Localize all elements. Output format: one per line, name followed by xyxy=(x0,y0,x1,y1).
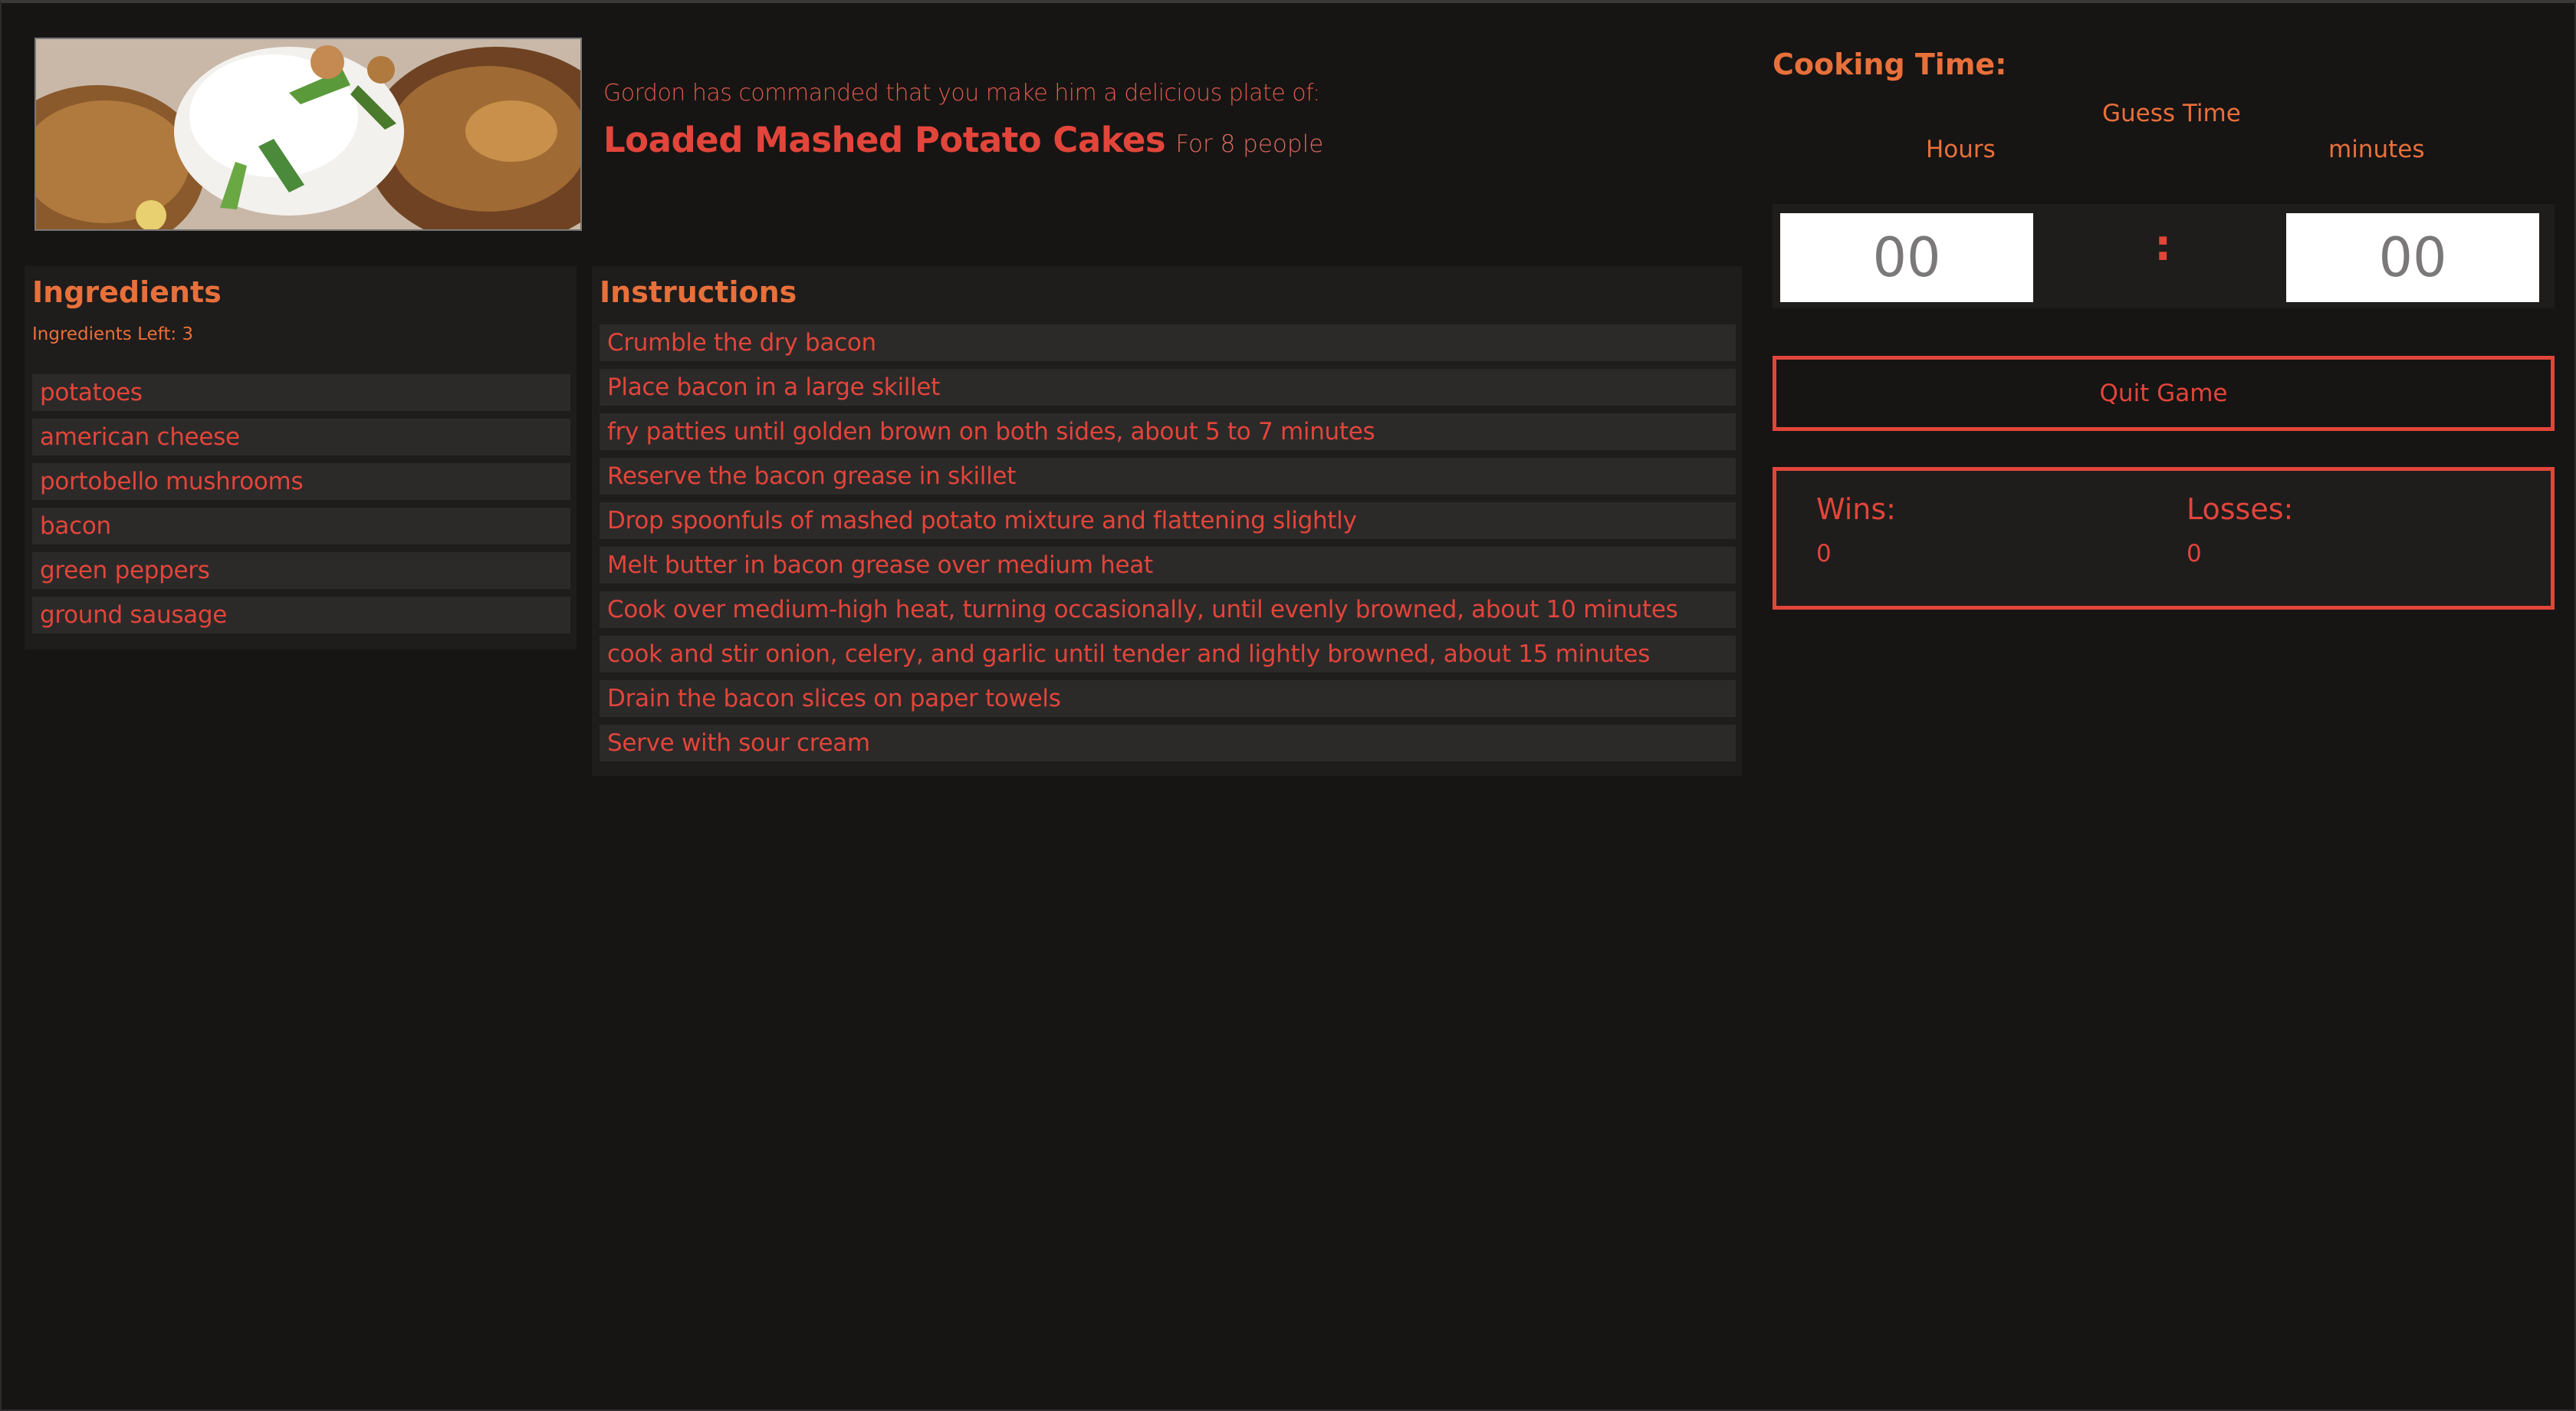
ingredients-heading: Ingredients xyxy=(32,275,222,309)
instruction-item[interactable]: Cook over medium-high heat, turning occa… xyxy=(600,591,1736,628)
instructions-heading: Instructions xyxy=(600,275,797,309)
wins-value: 0 xyxy=(1816,540,1832,567)
ingredient-item[interactable]: american cheese xyxy=(32,419,570,456)
time-separator: : xyxy=(2154,221,2172,271)
ingredient-item[interactable]: bacon xyxy=(32,508,570,544)
ingredients-panel: Ingredients Ingredients Left: 3 potatoes… xyxy=(25,266,577,650)
guess-time-label: Guess Time xyxy=(2102,100,2241,127)
instruction-item[interactable]: Place bacon in a large skillet xyxy=(600,369,1736,406)
score-box: Wins: 0 Losses: 0 xyxy=(1773,467,2555,610)
hours-input[interactable] xyxy=(1780,213,2033,302)
instruction-item[interactable]: cook and stir onion, celery, and garlic … xyxy=(600,636,1736,673)
hours-label: Hours xyxy=(1926,136,1996,163)
minutes-input[interactable] xyxy=(2286,213,2539,302)
recipe-photo-art xyxy=(36,39,580,229)
instruction-item[interactable]: Serve with sour cream xyxy=(600,725,1736,761)
cooking-time-heading: Cooking Time: xyxy=(1773,48,2007,81)
ingredient-item[interactable]: portobello mushrooms xyxy=(32,463,570,500)
instruction-item[interactable]: Melt butter in bacon grease over medium … xyxy=(600,547,1736,584)
instruction-item[interactable]: Drop spoonfuls of mashed potato mixture … xyxy=(600,502,1736,539)
losses-value: 0 xyxy=(2187,540,2202,567)
minutes-label: minutes xyxy=(2328,136,2425,163)
recipe-intro: Gordon has commanded that you make him a… xyxy=(603,80,1320,107)
instructions-panel: Instructions Crumble the dry bacon Place… xyxy=(592,266,1742,776)
recipe-title: Loaded Mashed Potato Cakes xyxy=(603,120,1166,160)
time-guess-box: : xyxy=(1773,204,2555,308)
recipe-photo xyxy=(34,38,582,231)
ingredient-item[interactable]: ground sausage xyxy=(32,597,570,633)
instructions-list: Crumble the dry bacon Place bacon in a l… xyxy=(600,324,1736,769)
instruction-item[interactable]: Drain the bacon slices on paper towels xyxy=(600,680,1736,717)
losses-label: Losses: xyxy=(2187,492,2294,526)
quit-game-button[interactable]: Quit Game xyxy=(1773,356,2555,431)
ingredient-item[interactable]: green peppers xyxy=(32,552,570,589)
recipe-title-row: Loaded Mashed Potato Cakes For 8 people xyxy=(603,120,1323,160)
instruction-item[interactable]: Reserve the bacon grease in skillet xyxy=(600,458,1736,495)
ingredients-left-count: Ingredients Left: 3 xyxy=(32,324,194,344)
game-page: Gordon has commanded that you make him a… xyxy=(0,0,2576,1411)
instruction-item[interactable]: Crumble the dry bacon xyxy=(600,324,1736,361)
recipe-serves: For 8 people xyxy=(1175,130,1324,158)
instruction-item[interactable]: fry patties until golden brown on both s… xyxy=(600,413,1736,450)
ingredient-item[interactable]: potatoes xyxy=(32,374,570,411)
wins-label: Wins: xyxy=(1816,492,1896,526)
ingredients-list: potatoes american cheese portobello mush… xyxy=(32,374,570,641)
